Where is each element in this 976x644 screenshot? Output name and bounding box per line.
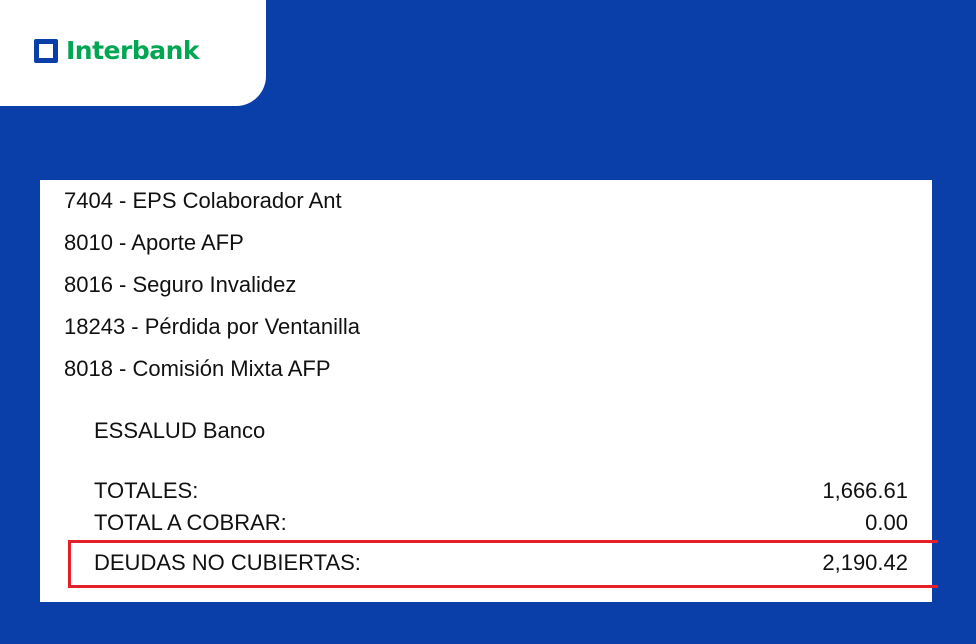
line-item: 7404 - EPS Colaborador Ant [64,188,342,213]
total-a-cobrar-label: TOTAL A COBRAR: [94,510,287,535]
total-a-cobrar-row: TOTAL A COBRAR: 0.00 [94,510,908,536]
interbank-square-icon [34,38,58,63]
line-item: 18243 - Pérdida por Ventanilla [64,314,360,339]
totales-value: 1,666.61 [822,478,908,503]
interbank-logo: Interbank [34,36,200,65]
line-item: 8010 - Aporte AFP [64,230,244,255]
highlight-box [68,540,938,588]
essalud-label: ESSALUD Banco [94,418,266,443]
line-item: 8018 - Comisión Mixta AFP [64,356,331,381]
logo-text: Interbank [66,36,200,65]
logo-tab: Interbank [0,0,266,106]
totales-label: TOTALES: [94,478,199,503]
totales-row: TOTALES: 1,666.61 [94,478,908,504]
total-a-cobrar-value: 0.00 [865,510,908,535]
line-item: 8016 - Seguro Invalidez [64,272,297,297]
payslip-excerpt: 7404 - EPS Colaborador Ant 8010 - Aporte… [40,180,938,602]
